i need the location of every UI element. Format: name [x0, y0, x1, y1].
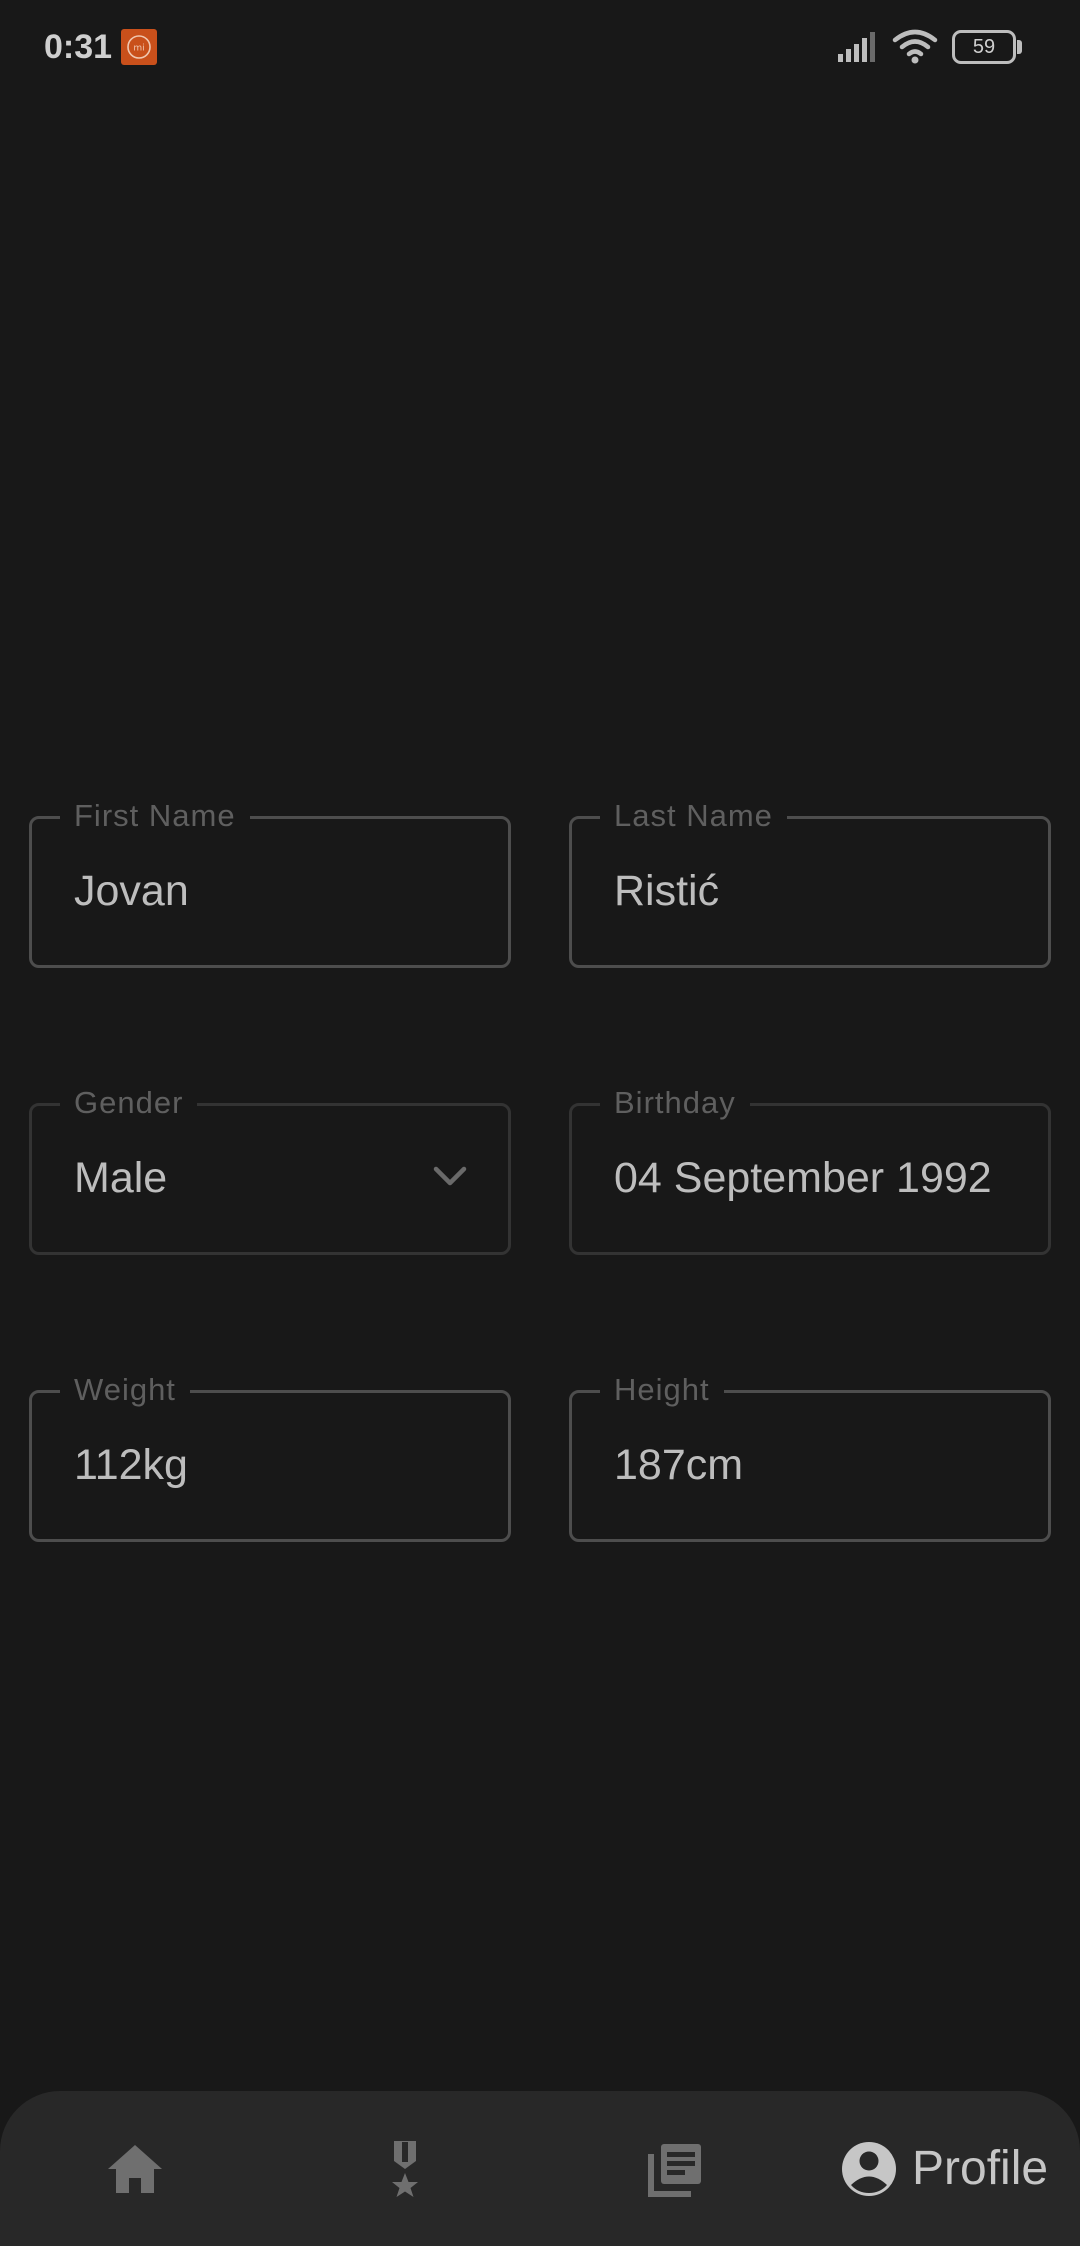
profile-screen: 0:31 mi 59 First Name Jovan Last Name Ri… — [0, 0, 1080, 2246]
weight-field[interactable]: Weight 112kg — [29, 1371, 511, 1542]
last-name-field[interactable]: Last Name Ristić — [569, 797, 1051, 968]
gender-label: Gender — [60, 1084, 198, 1122]
birthday-label: Birthday — [600, 1084, 750, 1122]
gender-dropdown[interactable]: Gender Male — [29, 1084, 511, 1255]
weight-value[interactable]: 112kg — [74, 1441, 188, 1490]
svg-text:mi: mi — [133, 44, 144, 54]
birthday-value[interactable]: 04 September 1992 — [614, 1154, 992, 1203]
bottom-navigation: Profile — [0, 2091, 1080, 2246]
height-field[interactable]: Height 187cm — [569, 1371, 1051, 1542]
account-circle-icon — [842, 2141, 896, 2196]
nav-item-home[interactable] — [75, 2091, 195, 2246]
news-icon — [648, 2143, 701, 2197]
height-label: Height — [600, 1371, 724, 1409]
height-value[interactable]: 187cm — [614, 1441, 743, 1490]
weight-label: Weight — [60, 1371, 190, 1409]
gender-value[interactable]: Male — [74, 1154, 167, 1203]
birthday-field[interactable]: Birthday 04 September 1992 — [569, 1084, 1051, 1255]
battery-level: 59 — [972, 36, 996, 58]
medal-icon — [392, 2140, 418, 2197]
first-name-label: First Name — [60, 797, 250, 835]
nav-item-profile[interactable]: Profile — [840, 2091, 1080, 2246]
last-name-label: Last Name — [600, 797, 787, 835]
nav-item-medal[interactable] — [345, 2091, 465, 2246]
chevron-down-icon[interactable] — [432, 1164, 468, 1188]
battery-icon: 59 — [952, 30, 1022, 64]
last-name-value[interactable]: Ristić — [614, 867, 719, 916]
home-icon — [108, 2144, 162, 2193]
status-bar: 0:31 mi 59 — [0, 0, 1080, 96]
signal-icon — [838, 32, 875, 62]
status-time: 0:31 — [44, 28, 113, 66]
mi-app-icon: mi — [121, 29, 157, 65]
first-name-value[interactable]: Jovan — [74, 867, 189, 916]
nav-item-news[interactable] — [616, 2091, 736, 2246]
first-name-field[interactable]: First Name Jovan — [29, 797, 511, 968]
nav-profile-label: Profile — [912, 2142, 1049, 2195]
wifi-icon — [892, 29, 938, 64]
